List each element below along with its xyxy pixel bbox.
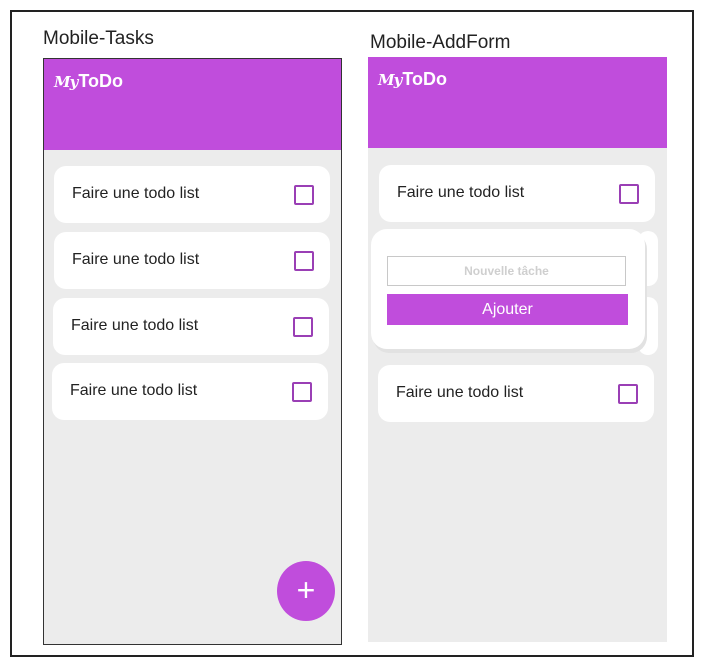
mobile-addform-screen: MyToDo Faire une todo list Nouvelle tâch… — [368, 57, 667, 642]
task-checkbox[interactable] — [294, 251, 314, 271]
task-card[interactable]: Faire une todo list — [54, 166, 330, 223]
task-label: Faire une todo list — [71, 317, 199, 334]
task-card[interactable]: Faire une todo list — [52, 363, 328, 420]
screen-title-addform: Mobile-AddForm — [370, 32, 511, 53]
new-task-input[interactable]: Nouvelle tâche — [387, 256, 626, 286]
task-label: Faire une todo list — [72, 251, 200, 268]
task-checkbox[interactable] — [618, 384, 638, 404]
add-button[interactable]: Ajouter — [387, 294, 628, 325]
app-header: MyToDo — [368, 57, 667, 148]
mobile-tasks-screen: MyToDo Faire une todo list Faire une tod… — [43, 58, 342, 645]
task-card[interactable]: Faire une todo list — [378, 365, 654, 422]
add-task-button[interactable]: + — [277, 561, 335, 621]
app-header: MyToDo — [44, 59, 341, 150]
task-card[interactable]: Faire une todo list — [53, 298, 329, 355]
app-logo: MyToDo — [54, 71, 123, 91]
task-label: Faire une todo list — [396, 384, 524, 401]
task-checkbox[interactable] — [294, 185, 314, 205]
task-checkbox[interactable] — [619, 184, 639, 204]
app-logo: MyToDo — [378, 69, 447, 89]
task-checkbox[interactable] — [293, 317, 313, 337]
task-label: Faire une todo list — [70, 382, 198, 399]
task-label: Faire une todo list — [397, 184, 525, 201]
add-task-form: Nouvelle tâche Ajouter — [371, 229, 645, 349]
task-card[interactable]: Faire une todo list — [54, 232, 330, 289]
task-checkbox[interactable] — [292, 382, 312, 402]
new-task-placeholder: Nouvelle tâche — [464, 264, 549, 278]
task-card[interactable]: Faire une todo list — [379, 165, 655, 222]
task-label: Faire une todo list — [72, 185, 200, 202]
screen-title-tasks: Mobile-Tasks — [43, 28, 154, 49]
